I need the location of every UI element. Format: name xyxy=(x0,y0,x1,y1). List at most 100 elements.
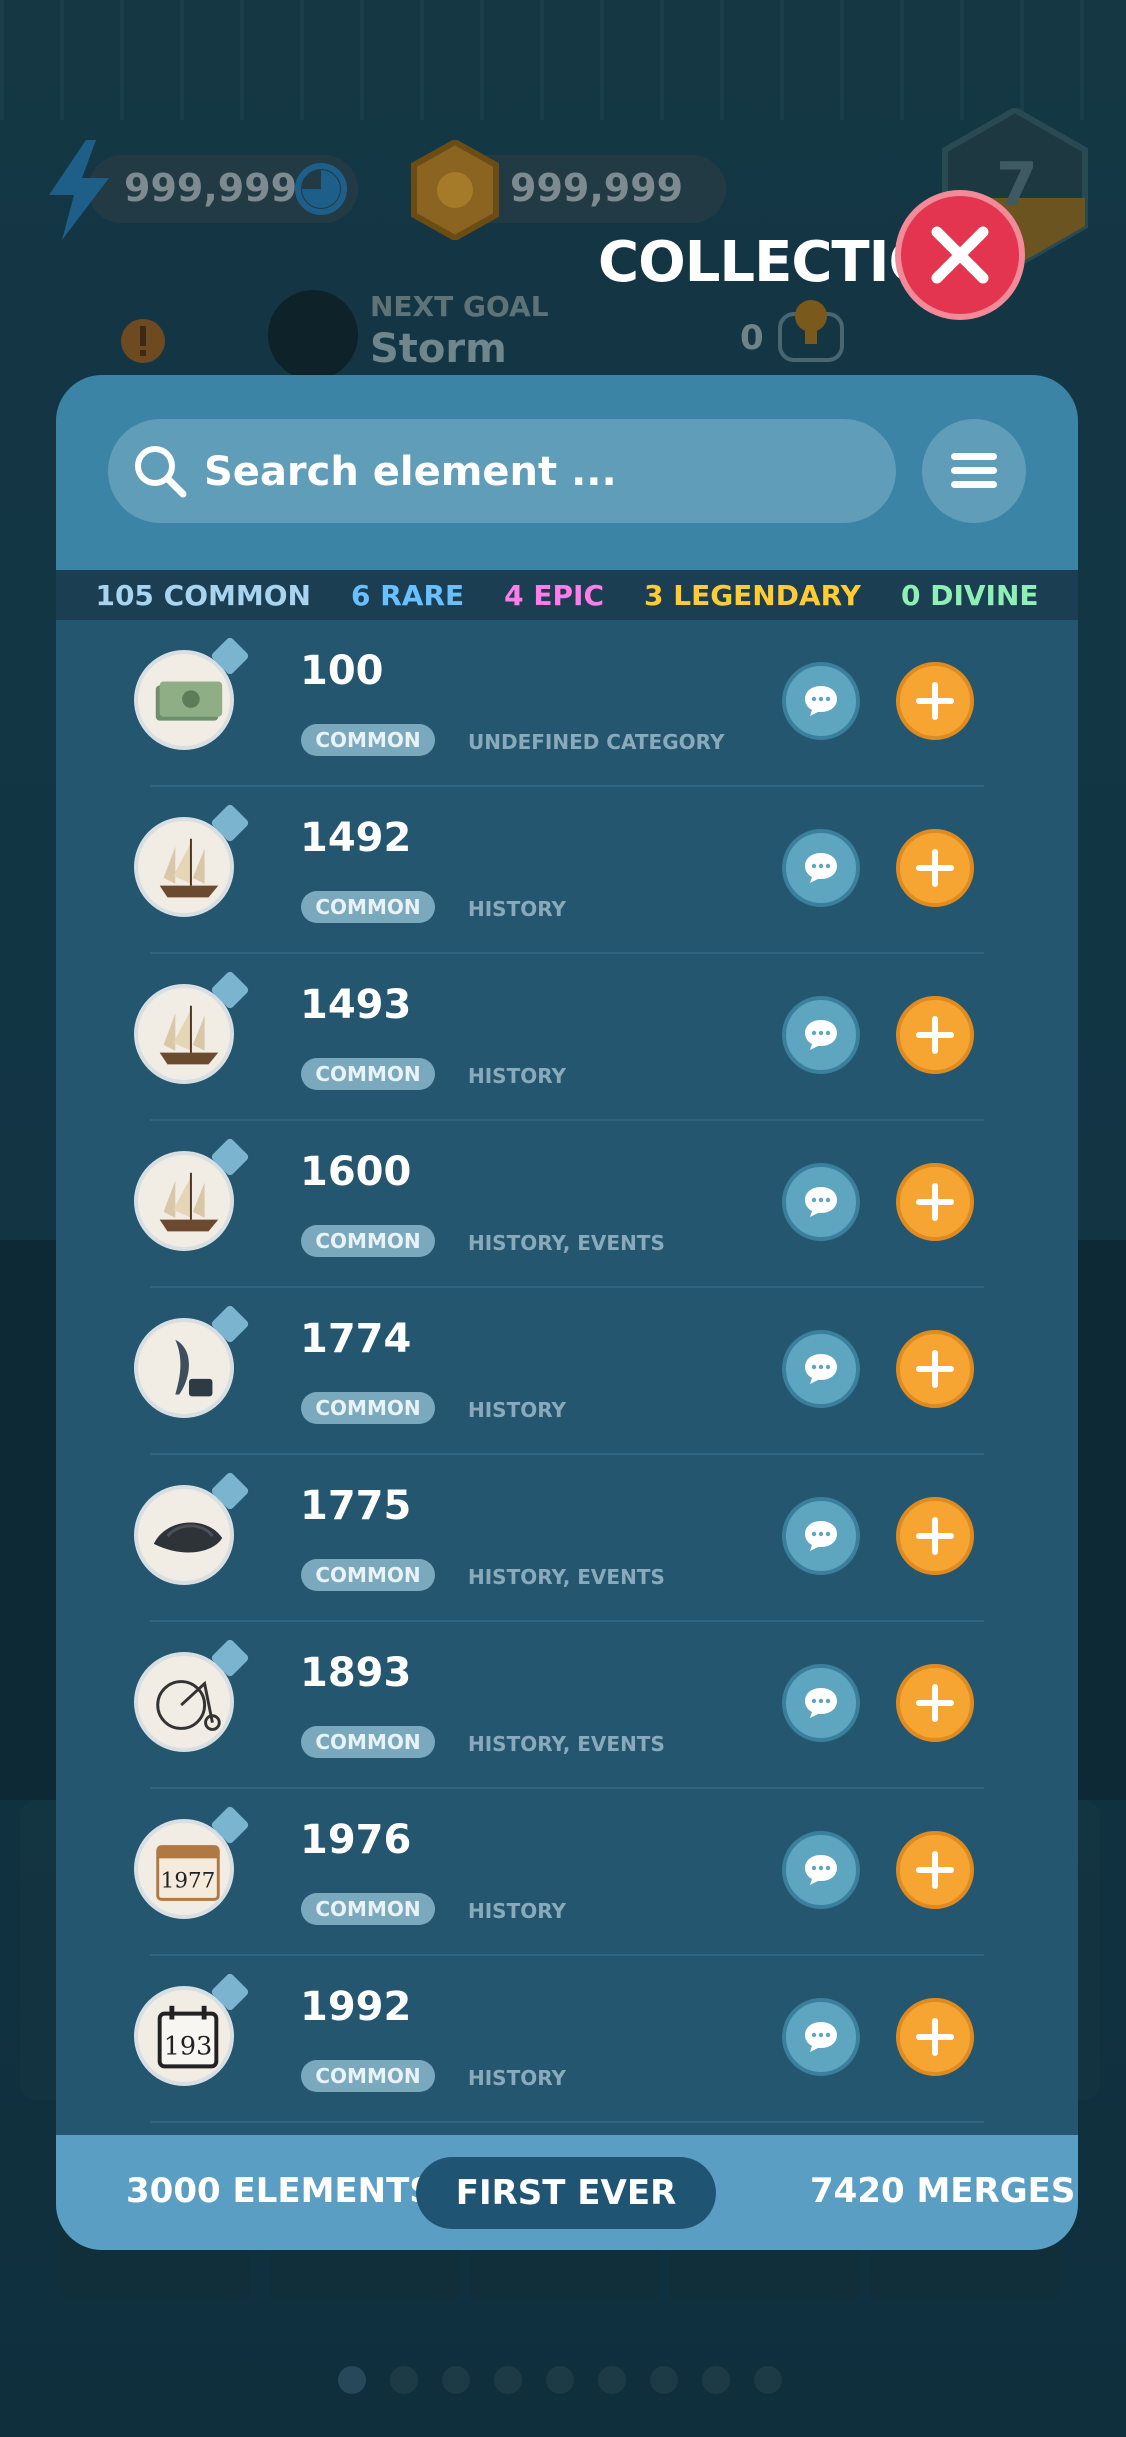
row-divider xyxy=(150,2121,984,2123)
add-button[interactable] xyxy=(896,996,974,1074)
chat-button[interactable] xyxy=(782,1998,860,2076)
chat-button[interactable] xyxy=(782,996,860,1074)
rarity-badge: COMMON xyxy=(301,1058,435,1090)
add-button[interactable] xyxy=(896,1163,974,1241)
chat-button[interactable] xyxy=(782,1163,860,1241)
element-row[interactable]: 1493 COMMON HISTORY xyxy=(56,954,1078,1121)
next-goal-label: NEXT GOAL xyxy=(370,290,549,323)
rarity-badge: COMMON xyxy=(301,724,435,756)
chat-button[interactable] xyxy=(782,1664,860,1742)
rarity-badge: COMMON xyxy=(301,1893,435,1925)
plus-icon xyxy=(916,1350,954,1388)
element-row[interactable]: 193 1992 COMMON HISTORY xyxy=(56,1956,1078,2123)
element-category: HISTORY xyxy=(468,1899,567,1923)
chat-button[interactable] xyxy=(782,1831,860,1909)
calendar-icon: 193 xyxy=(157,2005,219,2069)
element-name: 1775 xyxy=(300,1483,412,1529)
plus-icon xyxy=(916,2018,954,2056)
page-dot[interactable] xyxy=(650,2366,678,2394)
element-row[interactable]: 1977 1976 COMMON HISTORY xyxy=(56,1789,1078,1956)
page-dot[interactable] xyxy=(546,2366,574,2394)
next-goal-avatar xyxy=(268,290,358,380)
svg-text:1977: 1977 xyxy=(161,1869,216,1894)
rarity-badge: COMMON xyxy=(301,891,435,923)
energy-value: 999,999 xyxy=(124,166,298,210)
close-button[interactable] xyxy=(895,190,1025,320)
chat-bubble-icon xyxy=(805,1020,837,1050)
rarity-badge: COMMON xyxy=(301,1559,435,1591)
element-category: HISTORY xyxy=(468,1398,567,1422)
page-dot[interactable] xyxy=(390,2366,418,2394)
element-row[interactable]: 1775 COMMON HISTORY, EVENTS xyxy=(56,1455,1078,1622)
sailing-ship-icon xyxy=(159,1172,219,1232)
search-input[interactable] xyxy=(202,441,866,503)
plus-icon xyxy=(916,1517,954,1555)
element-row[interactable]: 1774 COMMON HISTORY xyxy=(56,1288,1078,1455)
element-name: 1492 xyxy=(300,815,412,861)
element-category: HISTORY xyxy=(468,2066,567,2090)
panel-footer: 3000 ELEMENTS FIRST EVER 2089 7420 MERGE… xyxy=(56,2135,1078,2250)
element-name: 1493 xyxy=(300,982,412,1028)
first-ever-badge: FIRST EVER 2089 xyxy=(416,2157,716,2250)
add-button[interactable] xyxy=(896,829,974,907)
page-dot[interactable] xyxy=(598,2366,626,2394)
plus-icon xyxy=(916,682,954,720)
search-bar[interactable] xyxy=(108,419,896,523)
element-row[interactable]: 1600 COMMON HISTORY, EVENTS xyxy=(56,1121,1078,1288)
sailing-ship-icon xyxy=(159,838,219,898)
element-list[interactable]: 100 COMMON UNDEFINED CATEGORY 1492 COMMON HIS… xyxy=(56,620,1078,2130)
element-category: HISTORY, EVENTS xyxy=(468,1565,665,1589)
add-button[interactable] xyxy=(896,662,974,740)
alert-icon xyxy=(121,319,165,363)
chat-bubble-icon xyxy=(805,853,837,883)
stat-epic: 4 EPIC xyxy=(504,578,604,612)
total-merges: 7420 MERGES xyxy=(810,2171,1076,2211)
chat-button[interactable] xyxy=(782,829,860,907)
add-button[interactable] xyxy=(896,1497,974,1575)
element-category: HISTORY, EVENTS xyxy=(468,1231,665,1255)
stat-rare: 6 RARE xyxy=(350,578,465,612)
plus-icon xyxy=(916,1684,954,1722)
plus-icon xyxy=(916,1183,954,1221)
plus-icon xyxy=(916,1851,954,1889)
background-pattern xyxy=(0,0,1126,120)
page-dot[interactable] xyxy=(338,2366,366,2394)
element-name: 100 xyxy=(300,648,384,694)
coins-value: 999,999 xyxy=(510,166,684,210)
rarity-badge: COMMON xyxy=(301,1392,435,1424)
page-dot[interactable] xyxy=(442,2366,470,2394)
plus-icon xyxy=(916,849,954,887)
svg-text:193: 193 xyxy=(164,2031,212,2061)
element-category: HISTORY, EVENTS xyxy=(468,1732,665,1756)
stat-divine: 0 DIVINE xyxy=(900,578,1039,612)
element-category: UNDEFINED CATEGORY xyxy=(468,730,725,754)
lightbulb-hint-icon xyxy=(778,300,844,362)
chat-bubble-icon xyxy=(805,1187,837,1217)
rarity-badge: COMMON xyxy=(301,2060,435,2092)
quill-ink-icon xyxy=(175,1339,213,1397)
rarity-badge: COMMON xyxy=(301,1225,435,1257)
collection-panel: 105 COMMON 6 RARE 4 EPIC 3 LEGENDARY 0 D… xyxy=(56,375,1078,2250)
page-dot[interactable] xyxy=(754,2366,782,2394)
chat-button[interactable] xyxy=(782,1330,860,1408)
chat-button[interactable] xyxy=(782,662,860,740)
page-dot[interactable] xyxy=(494,2366,522,2394)
page-dot[interactable] xyxy=(702,2366,730,2394)
search-icon xyxy=(135,446,187,498)
add-button[interactable] xyxy=(896,1330,974,1408)
add-button[interactable] xyxy=(896,1998,974,2076)
element-row[interactable]: 1492 COMMON HISTORY xyxy=(56,787,1078,954)
add-button[interactable] xyxy=(896,1831,974,1909)
element-row[interactable]: 100 COMMON UNDEFINED CATEGORY xyxy=(56,620,1078,787)
element-name: 1600 xyxy=(300,1149,412,1195)
chat-bubble-icon xyxy=(805,1688,837,1718)
close-icon xyxy=(931,226,989,284)
panel-header xyxy=(56,375,1078,570)
element-row[interactable]: 1893 COMMON HISTORY, EVENTS xyxy=(56,1622,1078,1789)
money-stack-icon xyxy=(155,681,223,721)
chat-button[interactable] xyxy=(782,1497,860,1575)
menu-button[interactable] xyxy=(922,419,1026,523)
stat-legendary: 3 LEGENDARY xyxy=(644,578,861,612)
rarity-stats-bar: 105 COMMON 6 RARE 4 EPIC 3 LEGENDARY 0 D… xyxy=(56,570,1078,620)
add-button[interactable] xyxy=(896,1664,974,1742)
